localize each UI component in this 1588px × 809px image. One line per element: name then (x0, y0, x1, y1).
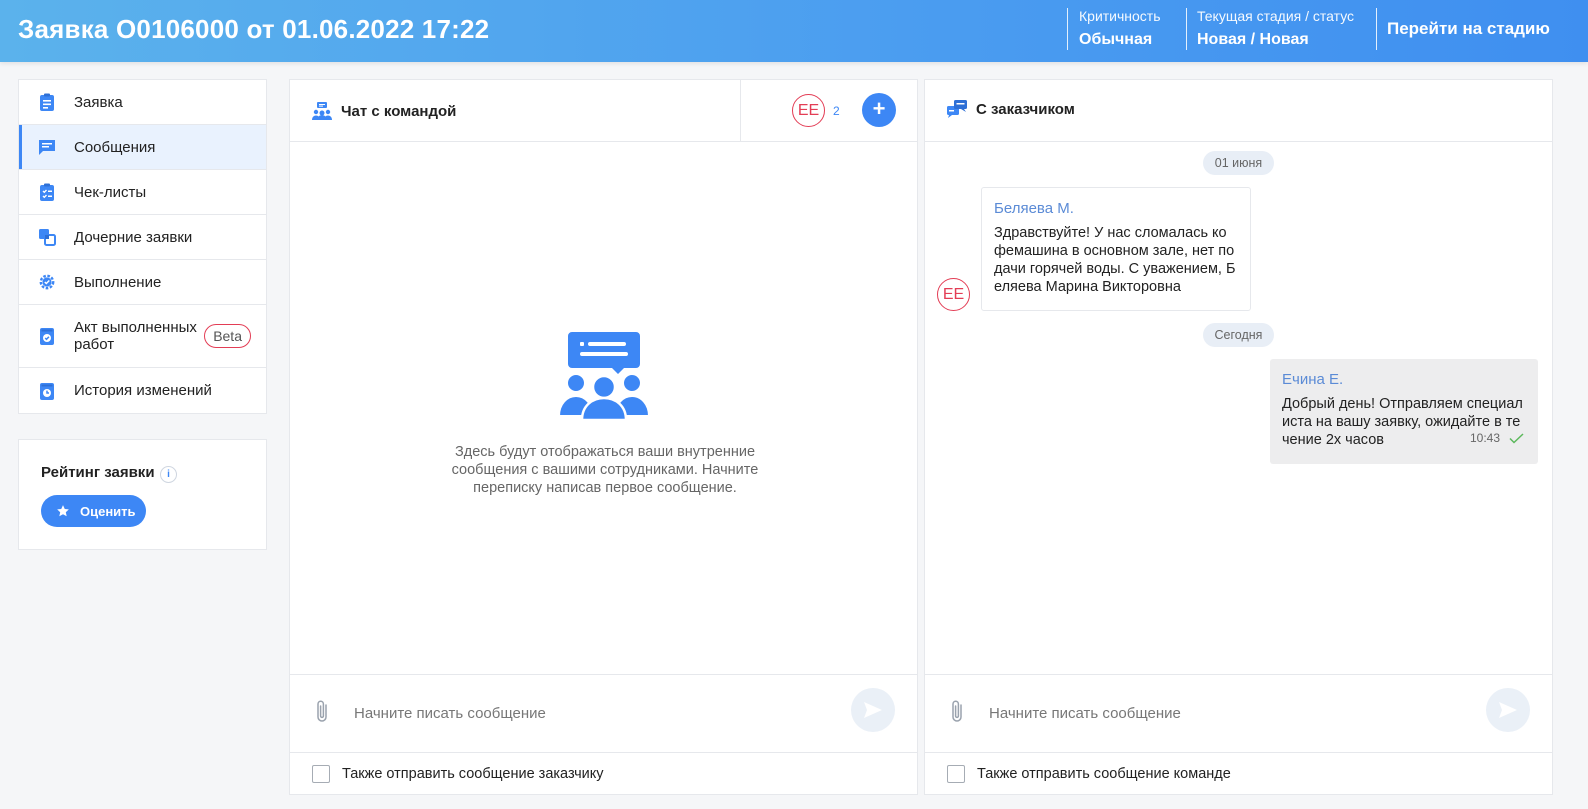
criticality-block: Критичность Обычная (1079, 8, 1161, 49)
send-to-customer-row: Также отправить сообщение заказчику (290, 753, 917, 795)
sidebar-item-request[interactable]: Заявка (19, 80, 266, 125)
sidebar-item-child-requests[interactable]: Дочерние заявки (19, 215, 266, 260)
sidebar-item-label: Акт выполненных работ (74, 319, 197, 353)
act-icon (40, 328, 54, 345)
app-header: Заявка О0106000 от 01.06.2022 17:22 Крит… (0, 0, 1588, 62)
rating-title: Рейтинг заявки (41, 464, 155, 481)
header-divider (740, 80, 741, 142)
gear-check-icon (39, 274, 55, 290)
read-check-icon (1509, 433, 1524, 444)
send-to-team-row: Также отправить сообщение команде (925, 753, 1552, 795)
message-author: Беляева М. (994, 200, 1074, 217)
rate-button[interactable]: Оценить (41, 495, 146, 527)
send-button[interactable] (851, 688, 895, 732)
sidebar-item-checklists[interactable]: Чек-листы (19, 170, 266, 215)
stage-block: Текущая стадия / статус Новая / Новая (1197, 8, 1354, 49)
send-to-customer-label[interactable]: Также отправить сообщение заказчику (342, 766, 604, 782)
sidebar-nav: Заявка Сообщения Чек-листы Дочерние заяв… (18, 79, 267, 414)
send-button[interactable] (1486, 688, 1530, 732)
date-separator: 01 июня (1203, 151, 1274, 175)
history-icon (40, 382, 54, 400)
paperclip-icon[interactable] (949, 699, 967, 725)
criticality-label: Критичность (1079, 8, 1161, 24)
chat-exchange-icon (947, 100, 967, 118)
page-title: Заявка О0106000 от 01.06.2022 17:22 (18, 14, 490, 44)
team-icon (312, 102, 332, 120)
sidebar-item-label: Заявка (74, 93, 123, 111)
add-member-button[interactable]: + (862, 93, 896, 127)
goto-stage-button[interactable]: Перейти на стадию (1387, 19, 1550, 39)
send-icon (864, 702, 882, 718)
customer-message-input[interactable] (989, 701, 1429, 725)
message-author: Ечина Е. (1282, 371, 1344, 388)
customer-chat-panel: С заказчиком 01 июня Беляева М. Здравств… (924, 79, 1553, 795)
send-to-customer-checkbox[interactable] (312, 765, 330, 783)
team-chat-header: Чат с командой ЕЕ 2 + (290, 80, 917, 142)
team-chat-title: Чат с командой (341, 103, 457, 120)
outgoing-message: Ечина Е. Добрый день! Отправляем специал… (1270, 359, 1538, 464)
customer-message-composer (925, 674, 1552, 753)
checklist-icon (40, 183, 54, 201)
sidebar-item-label: Выполнение (74, 273, 162, 291)
incoming-message: Беляева М. Здравствуйте! У нас сломалась… (981, 187, 1251, 311)
sidebar-item-label: Дочерние заявки (74, 228, 193, 246)
sidebar-item-messages[interactable]: Сообщения (19, 125, 266, 170)
sidebar-item-act[interactable]: Акт выполненных работ Beta (19, 305, 266, 368)
criticality-value: Обычная (1079, 31, 1153, 48)
rate-button-label: Оценить (80, 503, 136, 519)
star-icon (57, 505, 69, 517)
sidebar-item-label: История изменений (74, 382, 212, 399)
team-chat-illustration-icon (558, 332, 650, 420)
customer-chat-header: С заказчиком (925, 80, 1552, 142)
send-to-team-checkbox[interactable] (947, 765, 965, 783)
clipboard-icon (40, 93, 54, 111)
header-divider (1376, 8, 1377, 50)
empty-state-text: Здесь будут отображаться ваши внутренние… (451, 444, 759, 496)
date-separator: Сегодня (1203, 323, 1274, 347)
header-divider (1067, 8, 1068, 50)
stage-value: Новая / Новая (1197, 31, 1309, 48)
send-icon (1499, 702, 1517, 718)
team-chat-panel: Чат с командой ЕЕ 2 + Здесь будут отобра… (289, 79, 918, 795)
customer-chat-title: С заказчиком (976, 101, 1075, 118)
rating-card: Рейтинг заявки i Оценить (18, 439, 267, 550)
team-message-composer (290, 674, 917, 753)
avatar: ЕЕ (937, 278, 970, 311)
child-requests-icon (39, 229, 56, 246)
send-to-team-label[interactable]: Также отправить сообщение команде (977, 766, 1231, 782)
message-text: Здравствуйте! У нас сломалась ко фемашин… (994, 225, 1236, 295)
sidebar-item-execution[interactable]: Выполнение (19, 260, 266, 305)
sidebar-item-label: Чек-листы (74, 183, 147, 201)
sidebar-item-history[interactable]: История изменений (19, 368, 266, 413)
info-icon[interactable]: i (160, 466, 177, 483)
stage-label: Текущая стадия / статус (1197, 8, 1355, 24)
sidebar-item-label: Сообщения (74, 138, 156, 156)
paperclip-icon[interactable] (314, 699, 332, 725)
team-message-input[interactable] (354, 701, 794, 725)
avatar[interactable]: ЕЕ (792, 94, 825, 127)
beta-badge: Beta (204, 324, 251, 348)
message-time: 10:43 (1470, 431, 1501, 445)
message-icon (39, 140, 55, 155)
member-count[interactable]: 2 (833, 104, 840, 118)
header-divider (1186, 8, 1187, 50)
